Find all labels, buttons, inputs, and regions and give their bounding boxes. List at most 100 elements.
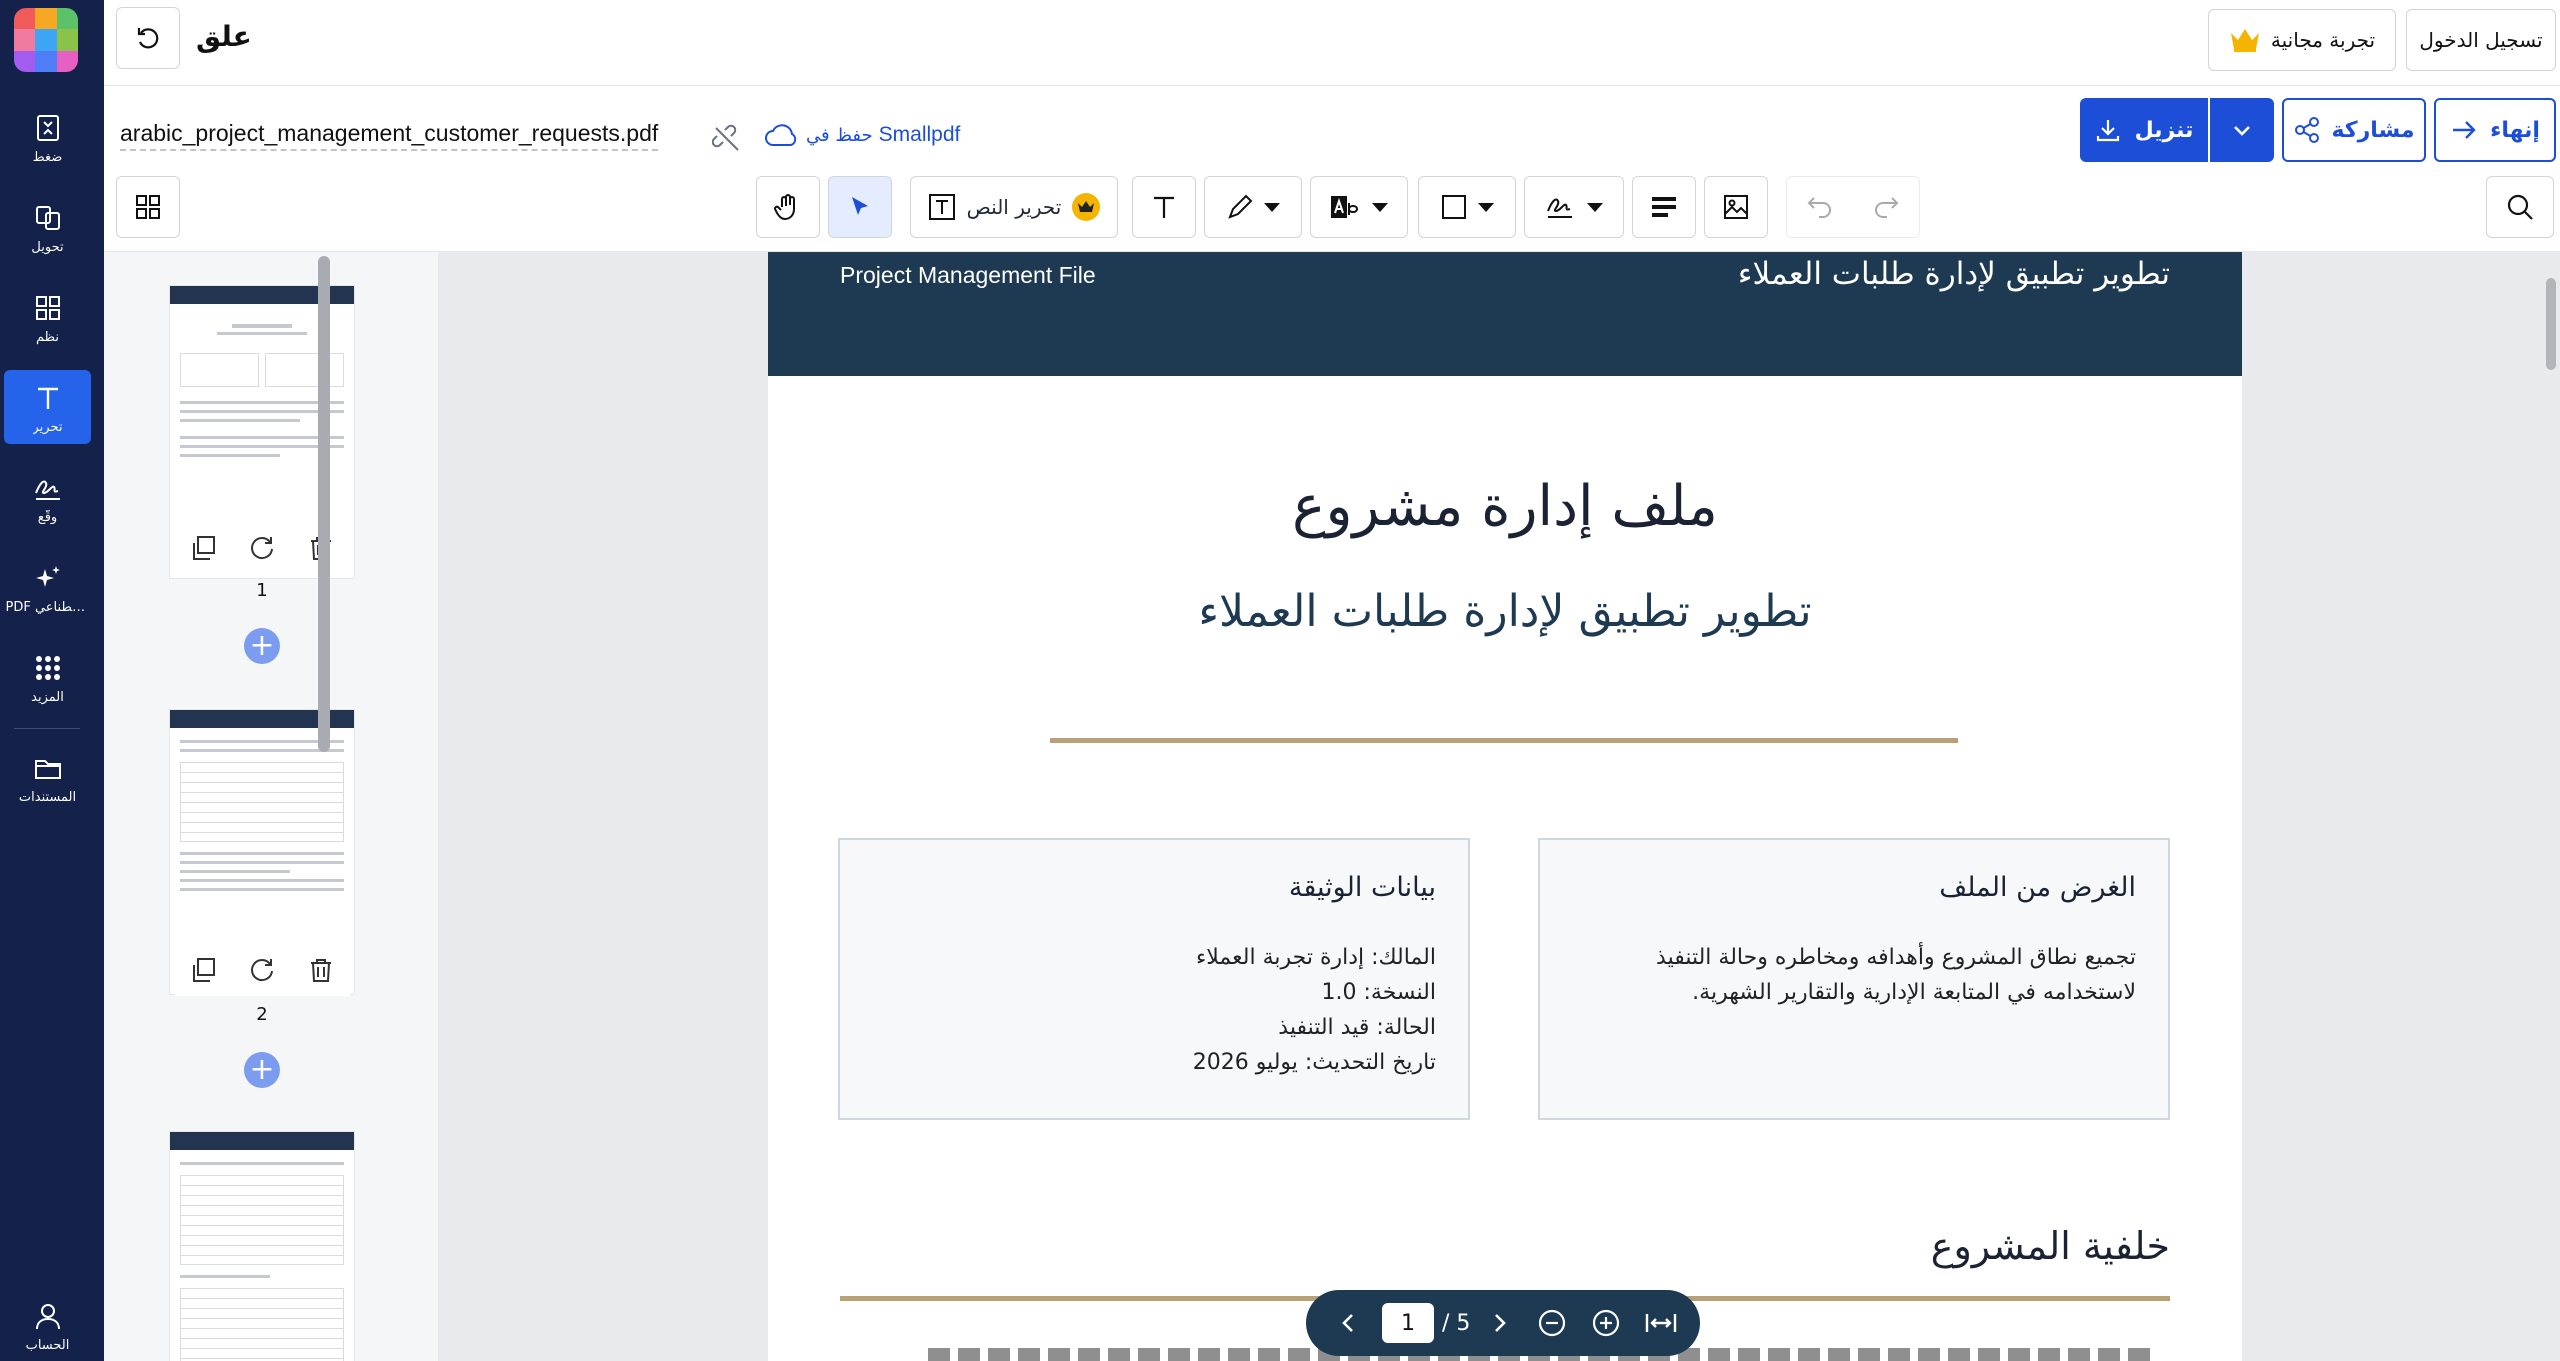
save-target-label: Smallpdf <box>878 123 961 146</box>
crown-icon <box>2230 29 2259 52</box>
text-icon <box>1154 196 1174 218</box>
square-icon <box>1442 195 1466 219</box>
header-right-text: تطوير تطبيق لإدارة طلبات العملاء <box>1737 256 2170 292</box>
file-name[interactable]: arabic_project_management_customer_reque… <box>120 120 659 151</box>
convert-icon <box>30 200 66 236</box>
sidebar-item-documents[interactable]: المستندات <box>4 740 91 814</box>
edit-text-button[interactable]: تحرير النص <box>910 176 1118 238</box>
sidebar-item-label: PDF ذكاء اصطناعي <box>5 599 90 615</box>
undo-circle-icon <box>137 28 159 49</box>
download-button[interactable]: تنزيل <box>2080 98 2208 162</box>
sidebar-item-label: ضغط <box>32 149 63 165</box>
duplicate-icon[interactable] <box>189 956 217 984</box>
grid-icon <box>136 195 160 219</box>
sign-tool-button[interactable] <box>1524 176 1624 238</box>
sidebar-item-account[interactable]: الحساب <box>4 1290 91 1360</box>
rotate-icon[interactable] <box>248 956 276 984</box>
app-logo[interactable] <box>14 8 78 72</box>
compress-icon <box>30 110 66 146</box>
redo-icon[interactable] <box>1872 194 1900 220</box>
gold-divider <box>1050 738 1958 743</box>
organize-grid-icon <box>30 290 66 326</box>
sidebar-item-compress[interactable]: ضغط <box>4 100 91 174</box>
save-in-label: حفظ في <box>806 124 873 146</box>
draw-tool-button[interactable] <box>1204 176 1302 238</box>
form-fields-icon <box>1652 197 1676 217</box>
text-box-icon <box>928 194 955 220</box>
add-page-button[interactable]: + <box>244 1052 280 1088</box>
thumbnails-toggle-button[interactable] <box>116 176 180 238</box>
sidebar-item-more[interactable]: المزيد <box>4 640 91 714</box>
undo-redo-group <box>1786 176 1920 238</box>
pencil-icon <box>1228 194 1253 219</box>
sidebar-item-organize[interactable]: نظم <box>4 280 91 354</box>
thumbnails-scrollbar[interactable] <box>318 256 330 752</box>
trash-icon[interactable] <box>307 956 335 984</box>
reset-button[interactable] <box>116 7 180 69</box>
sign-icon <box>30 470 66 506</box>
free-trial-button[interactable]: تجربة مجانية <box>2208 9 2396 71</box>
unlink-icon[interactable] <box>712 124 742 154</box>
data-line-version: النسخة: 1.0 <box>1321 980 1436 1005</box>
sidebar-item-edit[interactable]: تحرير <box>4 370 91 444</box>
sidebar-item-label: نظم <box>36 329 59 345</box>
download-options-button[interactable] <box>2210 98 2274 162</box>
page-number-input[interactable]: 1 <box>1382 1303 1434 1343</box>
shape-tool-button[interactable] <box>1418 176 1516 238</box>
page-thumbnail-3[interactable] <box>170 1132 354 1361</box>
chevron-down-icon <box>2234 126 2250 136</box>
top-header: علق تجربة مجانية تسجيل الدخول <box>104 0 2560 86</box>
download-label: تنزيل <box>2134 117 2194 143</box>
hand-icon <box>774 194 795 221</box>
login-button[interactable]: تسجيل الدخول <box>2406 9 2556 71</box>
sidebar-item-label: الحساب <box>25 1337 70 1353</box>
arrow-right-icon <box>2453 121 2476 139</box>
add-text-button[interactable] <box>1132 176 1196 238</box>
edit-text-label: تحرير النص <box>966 195 1062 219</box>
search-button[interactable] <box>2486 176 2554 238</box>
crown-badge-icon <box>1072 193 1101 221</box>
share-icon <box>2295 117 2320 143</box>
insert-image-button[interactable] <box>1704 176 1768 238</box>
zoom-in-icon[interactable] <box>1590 1307 1622 1339</box>
app-sidebar: ضغط تحويل نظم تحرير وقّع PDF ذكاء اصطناع… <box>0 0 104 1361</box>
sidebar-item-label: المزيد <box>31 689 64 705</box>
fit-width-icon[interactable] <box>1644 1308 1678 1338</box>
folder-icon <box>30 750 66 786</box>
pdf-page: Project Management File تطوير تطبيق لإدا… <box>768 252 2242 1361</box>
chevron-down-icon <box>1587 202 1603 212</box>
document-scrollbar[interactable] <box>2546 278 2556 370</box>
search-icon <box>2507 194 2533 220</box>
page-number-1: 1 <box>256 580 268 601</box>
duplicate-icon[interactable] <box>189 534 217 562</box>
text-replace-button[interactable] <box>1310 176 1408 238</box>
select-tool-button[interactable] <box>828 176 892 238</box>
form-fields-button[interactable] <box>1632 176 1696 238</box>
chevron-down-icon <box>1264 202 1280 212</box>
hand-tool-button[interactable] <box>756 176 820 238</box>
save-in-smallpdf[interactable]: حفظ في Smallpdf <box>764 122 960 148</box>
file-title-bar: arabic_project_management_customer_reque… <box>104 86 2560 166</box>
undo-icon[interactable] <box>1806 194 1834 220</box>
editor-toolbar: تحرير النص <box>104 166 2560 252</box>
doc-subtitle: تطوير تطبيق لإدارة طلبات العملاء <box>1198 586 1812 637</box>
sidebar-item-convert[interactable]: تحويل <box>4 190 91 264</box>
cloud-icon <box>765 124 797 146</box>
chevron-right-icon[interactable] <box>1484 1308 1514 1338</box>
document-viewport[interactable]: Project Management File تطوير تطبيق لإدا… <box>438 252 2560 1361</box>
share-button[interactable]: مشاركة <box>2282 98 2426 162</box>
finish-button[interactable]: إنهاء <box>2434 98 2556 162</box>
sidebar-item-sign[interactable]: وقّع <box>4 460 91 534</box>
chevron-left-icon[interactable] <box>1334 1308 1364 1338</box>
signature-icon <box>1547 198 1572 218</box>
login-label: تسجيل الدخول <box>2419 28 2543 52</box>
page-number-2: 2 <box>256 1004 268 1025</box>
doc-title: ملف إدارة مشروع <box>1292 474 1718 539</box>
rotate-icon[interactable] <box>248 534 276 562</box>
plus-icon: + <box>249 1052 275 1087</box>
add-page-button[interactable]: + <box>244 628 280 664</box>
sidebar-item-ai[interactable]: PDF ذكاء اصطناعي <box>4 550 91 624</box>
page-total: / 5 <box>1442 1310 1471 1336</box>
data-line-owner: المالك: إدارة تجربة العملاء <box>1195 945 1436 970</box>
zoom-out-icon[interactable] <box>1536 1307 1568 1339</box>
